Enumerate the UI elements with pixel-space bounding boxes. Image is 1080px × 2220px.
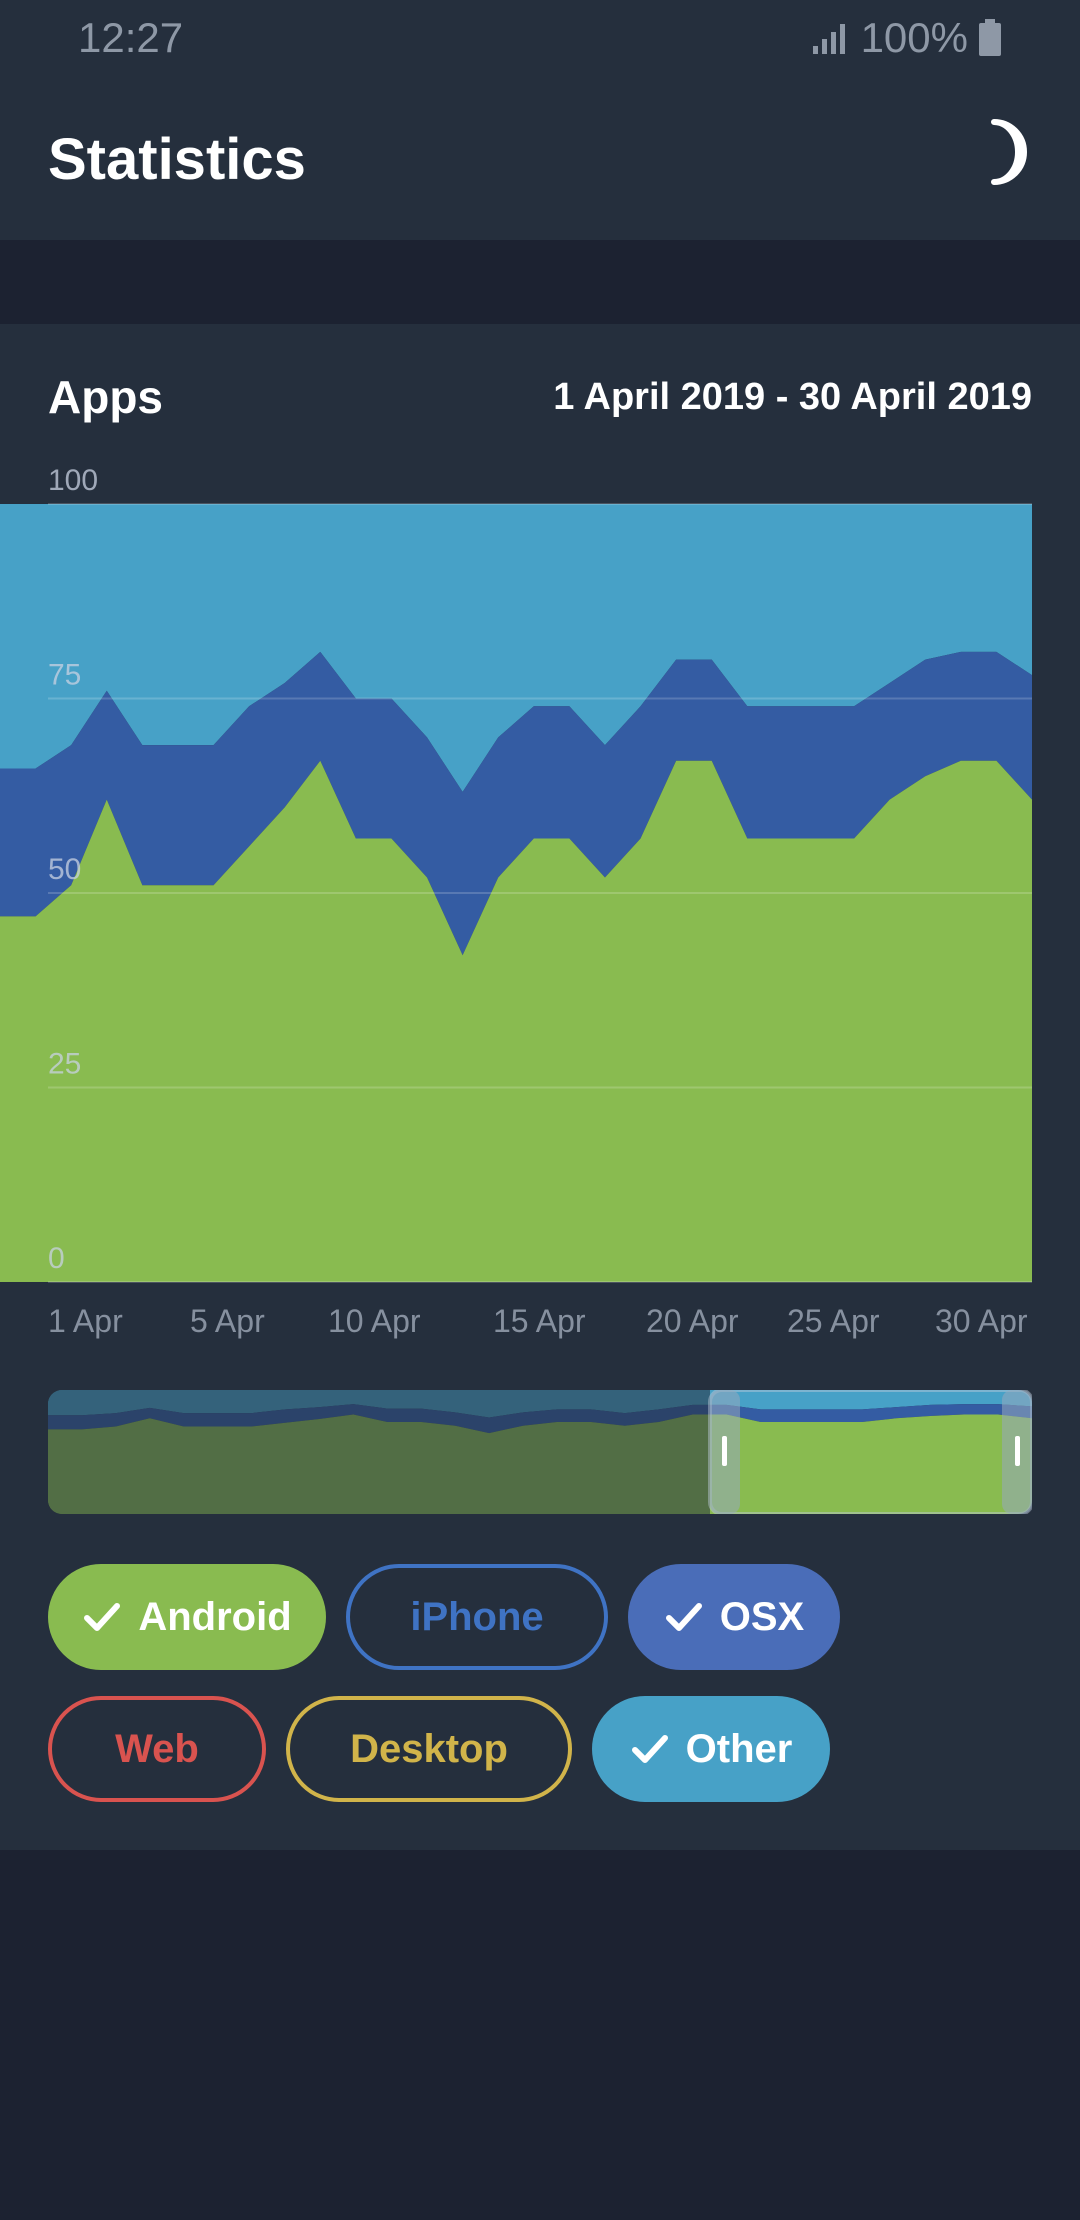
- date-range: 1 April 2019 - 30 April 2019: [553, 376, 1032, 418]
- chart-card: Apps 1 April 2019 - 30 April 2019 0 25 50 7…: [0, 324, 1080, 1850]
- filter-chip-android[interactable]: Android: [48, 1564, 326, 1670]
- filter-chip-other[interactable]: Other: [592, 1696, 830, 1802]
- x-tick-label: 5 Apr: [190, 1303, 265, 1339]
- y-tick-label: 25: [48, 1048, 81, 1081]
- y-tick-label: 50: [48, 853, 81, 886]
- status-time: 12:27: [78, 14, 184, 61]
- section-gap: [0, 240, 1080, 324]
- area-chart: 0 25 50 75 100 1 Apr 5 Apr 10 Apr 15 Apr 20 Apr 25…: [0, 464, 1032, 1339]
- filter-chip-desktop[interactable]: Desktop: [286, 1696, 572, 1802]
- check-icon: [631, 1735, 668, 1763]
- signal-icon: [812, 24, 845, 54]
- moon-icon[interactable]: [964, 116, 1036, 188]
- filter-chip-label: Web: [115, 1726, 199, 1771]
- y-tick-label: 75: [48, 659, 81, 692]
- filter-chip-label: iPhone: [410, 1594, 544, 1639]
- filter-chip-label: Android: [138, 1594, 292, 1639]
- filter-chip-osx[interactable]: OSX: [628, 1564, 840, 1670]
- handle-grip: [1015, 1436, 1020, 1466]
- x-tick-label: 30 Apr: [935, 1303, 1028, 1339]
- filter-chip-web[interactable]: Web: [48, 1696, 266, 1802]
- battery-icon: [979, 19, 1001, 56]
- filter-chip-label: Desktop: [350, 1726, 508, 1771]
- x-tick-label: 20 Apr: [646, 1303, 739, 1339]
- y-tick-label: 0: [48, 1242, 65, 1275]
- filter-chip-label: Other: [685, 1726, 793, 1771]
- minimap-dim: [48, 1390, 710, 1514]
- check-icon: [665, 1603, 702, 1631]
- status-bar: 12:27 100%: [0, 0, 1080, 76]
- x-tick-label: 1 Apr: [48, 1303, 123, 1339]
- status-right: 100%: [811, 14, 1002, 62]
- filter-chip-label: OSX: [719, 1594, 805, 1639]
- y-tick-label: 100: [48, 464, 98, 497]
- handle-grip: [722, 1436, 727, 1466]
- check-icon: [84, 1603, 121, 1631]
- battery-percent: 100%: [860, 14, 968, 61]
- chart-title: Apps: [48, 371, 163, 423]
- filter-chip-iphone[interactable]: iPhone: [346, 1564, 608, 1670]
- app-bar: Statistics: [0, 76, 1080, 240]
- x-tick-label: 15 Apr: [493, 1303, 586, 1339]
- x-tick-label: 10 Apr: [328, 1303, 421, 1339]
- x-tick-label: 25 Apr: [787, 1303, 880, 1339]
- page-title: Statistics: [48, 127, 306, 192]
- range-minimap[interactable]: [48, 1390, 1032, 1514]
